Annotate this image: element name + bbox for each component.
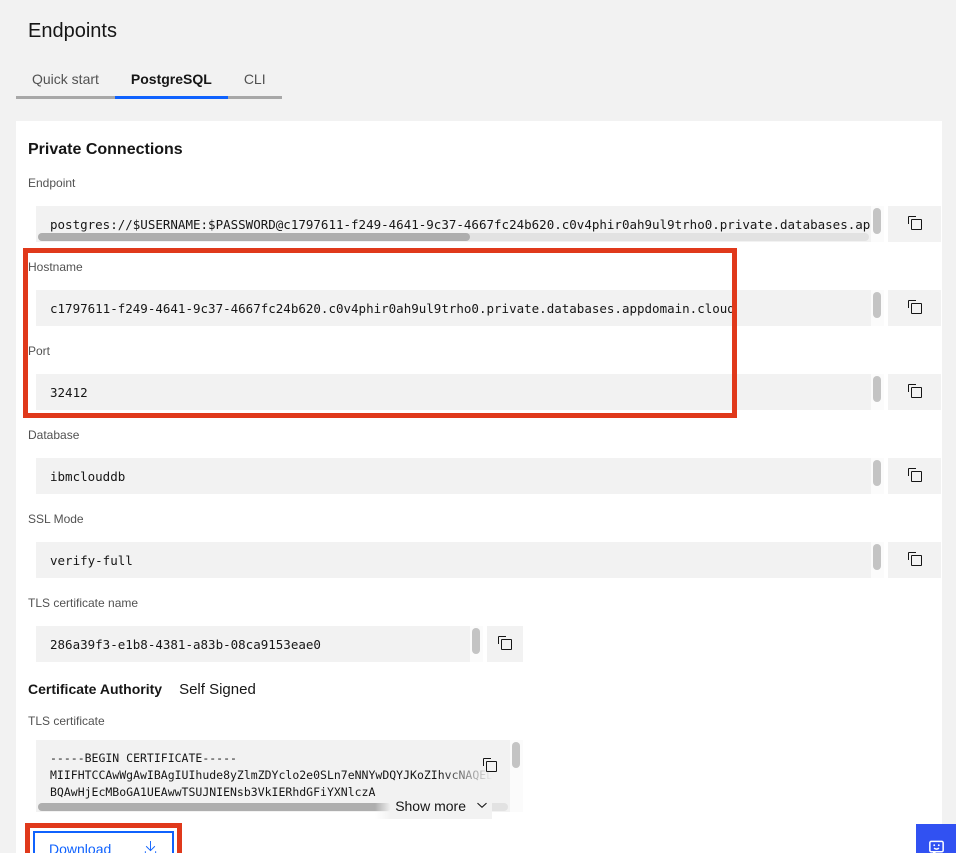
port-row: 32412 [36, 374, 941, 410]
tab-cli[interactable]: CLI [228, 63, 282, 99]
vertical-scrollbar[interactable] [871, 290, 884, 326]
database-snippet[interactable]: ibmclouddb [36, 458, 871, 494]
tls-certificate-label: TLS certificate [28, 715, 942, 728]
vertical-scrollbar[interactable] [871, 206, 884, 242]
port-value: 32412 [36, 385, 88, 400]
copy-certificate-button[interactable] [482, 757, 498, 776]
endpoint-label: Endpoint [28, 177, 942, 190]
copy-hostname-button[interactable] [888, 290, 941, 326]
copy-icon [482, 761, 498, 776]
endpoint-row: postgres://$USERNAME:$PASSWORD@c1797611-… [36, 206, 941, 242]
vertical-scrollbar[interactable] [871, 542, 884, 578]
scrollbar-thumb[interactable] [873, 376, 881, 402]
copy-ssl-mode-button[interactable] [888, 542, 941, 578]
hostname-value: c1797611-f249-4641-9c37-4667fc24b620.c0v… [36, 301, 735, 316]
copy-endpoint-button[interactable] [888, 206, 941, 242]
certificate-authority-row: Certificate Authority Self Signed [28, 681, 942, 699]
scrollbar-thumb[interactable] [38, 803, 391, 811]
certificate-line: -----BEGIN CERTIFICATE----- [50, 750, 496, 767]
copy-icon [497, 635, 513, 654]
private-connections-panel: Private Connections Endpoint postgres://$… [16, 121, 942, 853]
port-snippet[interactable]: 32412 [36, 374, 871, 410]
download-icon [143, 840, 158, 853]
tls-certificate-row: -----BEGIN CERTIFICATE----- MIIFHTCCAwWg… [36, 740, 523, 812]
copy-icon [907, 467, 923, 486]
endpoint-tabs: Quick startPostgreSQLCLI [16, 63, 956, 99]
ssl-mode-snippet[interactable]: verify-full [36, 542, 871, 578]
tls-certificate-name-label: TLS certificate name [28, 597, 942, 610]
scrollbar-thumb[interactable] [873, 460, 881, 486]
connection-fields: Endpoint postgres://$USERNAME:$PASSWORD@c… [16, 177, 942, 662]
ssl-mode-value: verify-full [36, 553, 133, 568]
database-row: ibmclouddb [36, 458, 941, 494]
scrollbar-thumb[interactable] [873, 208, 881, 234]
ssl-mode-label: SSL Mode [28, 513, 942, 526]
show-more-label: Show more [395, 798, 466, 814]
chevron-down-icon [476, 798, 488, 814]
section-heading: Private Connections [28, 140, 942, 159]
page-title: Endpoints [28, 21, 956, 41]
vertical-scrollbar[interactable] [510, 740, 523, 812]
tls-certificate-name-row: 286a39f3-e1b8-4381-a83b-08ca9153eae0 [36, 626, 523, 662]
vertical-scrollbar[interactable] [871, 458, 884, 494]
scrollbar-thumb[interactable] [38, 233, 470, 241]
certificate-line: MIIFHTCCAwWgAwIBAgIUIhude8yZlmZDYclo2e0S… [50, 767, 496, 784]
scrollbar-thumb[interactable] [472, 628, 480, 654]
horizontal-scrollbar[interactable] [38, 233, 869, 241]
tls-certificate-name-snippet[interactable]: 286a39f3-e1b8-4381-a83b-08ca9153eae0 [36, 626, 470, 662]
chat-bubble-icon [927, 838, 946, 853]
vertical-scrollbar[interactable] [871, 374, 884, 410]
scrollbar-thumb[interactable] [873, 544, 881, 570]
ssl-mode-row: verify-full [36, 542, 941, 578]
tab-postgresql[interactable]: PostgreSQL [115, 63, 228, 99]
database-label: Database [28, 429, 942, 442]
chat-widget-button[interactable] [916, 824, 956, 853]
copy-port-button[interactable] [888, 374, 941, 410]
tls-certificate-name-value: 286a39f3-e1b8-4381-a83b-08ca9153eae0 [36, 637, 321, 652]
copy-icon [907, 215, 923, 234]
show-more-button[interactable]: Show more [375, 793, 492, 819]
vertical-scrollbar[interactable] [470, 626, 483, 662]
hostname-row: c1797611-f249-4641-9c37-4667fc24b620.c0v… [36, 290, 941, 326]
certificate-authority-label: Certificate Authority [28, 681, 162, 697]
copy-icon [907, 551, 923, 570]
copy-database-button[interactable] [888, 458, 941, 494]
copy-tls-certificate-name-button[interactable] [487, 626, 523, 662]
hostname-label: Hostname [28, 261, 942, 274]
scrollbar-thumb[interactable] [512, 742, 520, 768]
download-label: Download [49, 841, 111, 853]
endpoint-snippet[interactable]: postgres://$USERNAME:$PASSWORD@c1797611-… [36, 206, 871, 242]
tab-quick-start[interactable]: Quick start [16, 63, 115, 99]
endpoint-value: postgres://$USERNAME:$PASSWORD@c1797611-… [36, 217, 871, 232]
hostname-snippet[interactable]: c1797611-f249-4641-9c37-4667fc24b620.c0v… [36, 290, 871, 326]
download-button[interactable]: Download [33, 831, 174, 853]
certificate-authority-value: Self Signed [179, 681, 256, 698]
scrollbar-thumb[interactable] [873, 292, 881, 318]
copy-icon [907, 299, 923, 318]
database-value: ibmclouddb [36, 469, 125, 484]
copy-icon [907, 383, 923, 402]
port-label: Port [28, 345, 942, 358]
